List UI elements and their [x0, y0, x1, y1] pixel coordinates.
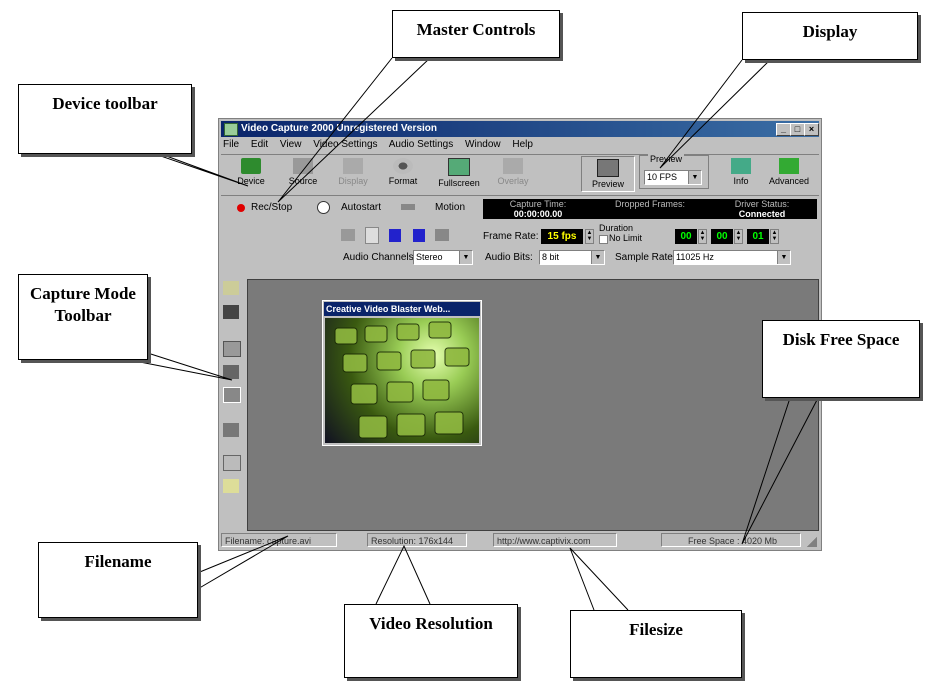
callout-master-controls: Master Controls [392, 10, 560, 58]
callout-display: Display [742, 12, 918, 60]
callout-filesize: Filesize [570, 610, 742, 678]
video-resolution-pointer [375, 544, 431, 605]
callout-filename: Filename [38, 542, 198, 618]
callout-video-resolution: Video Resolution [344, 604, 518, 678]
master-controls-pointer [277, 57, 431, 203]
disk-free-space-pointer [741, 397, 819, 545]
filesize-pointer [569, 547, 629, 611]
callout-disk-free-space: Disk Free Space [762, 320, 920, 398]
callout-device-toolbar: Device toolbar [18, 84, 192, 154]
callout-capture-mode: Capture Mode Toolbar [18, 274, 148, 360]
filename-pointer [189, 535, 289, 591]
display-pointer [659, 59, 771, 169]
